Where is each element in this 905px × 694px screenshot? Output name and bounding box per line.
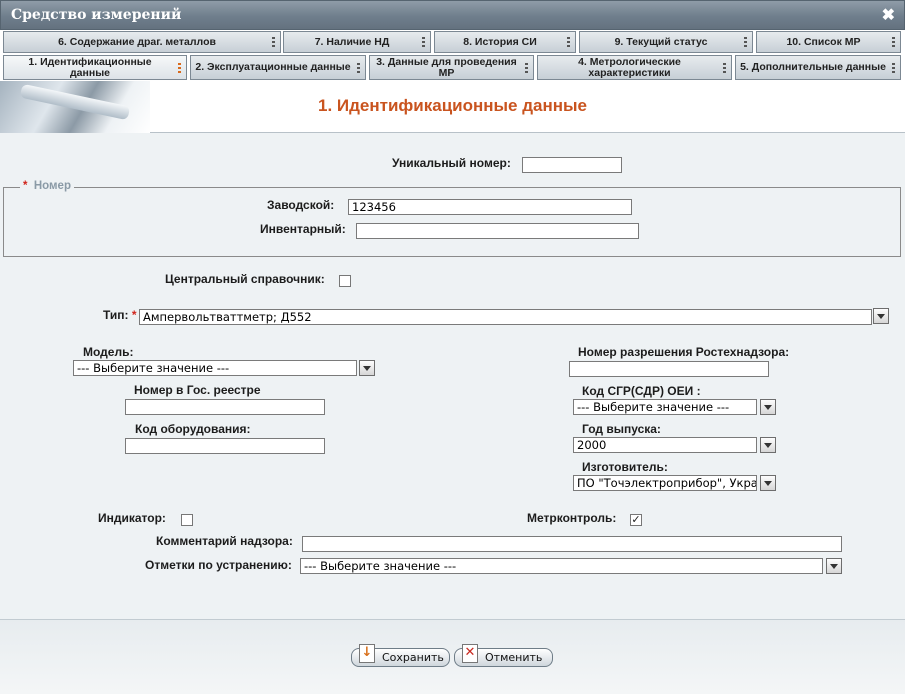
manufacturer-select[interactable]: ПО "Точэлектроприбор", Украи — [573, 475, 757, 491]
cancel-button-label: Отменить — [485, 651, 543, 664]
metrocontrol-label: Метрконтроль: — [527, 511, 617, 525]
cancel-button[interactable]: ✕ Отменить — [454, 644, 553, 667]
tab-additional[interactable]: 5. Дополнительные данные — [735, 55, 901, 80]
tab-label: 4. Метрологические характеристики — [578, 55, 681, 79]
tab-grip-icon — [178, 62, 181, 73]
tab-label: 1. Идентификационные данные — [28, 55, 152, 79]
tab-grip-icon — [723, 62, 726, 73]
rtn-permit-label: Номер разрешения Ростехнадзора: — [578, 345, 790, 359]
page-title: 1. Идентификационные данные — [318, 96, 587, 115]
fix-marks-select[interactable]: --- Выберите значение --- — [300, 558, 823, 574]
tab-grip-icon — [744, 37, 747, 47]
gos-reestr-input[interactable] — [125, 399, 325, 415]
chevron-down-icon[interactable] — [760, 437, 776, 453]
tab-label: 2. Эксплуатационные данные — [195, 61, 351, 73]
sgr-code-select[interactable]: --- Выберите значение --- — [573, 399, 757, 415]
tab-grip-icon — [567, 37, 570, 47]
type-label: Тип: * — [103, 308, 137, 322]
factory-number-input[interactable]: 123456 — [348, 199, 632, 215]
manufacturer-label: Изготовитель: — [582, 460, 668, 474]
unique-number-label: Уникальный номер: — [392, 156, 511, 170]
chevron-down-icon[interactable] — [826, 558, 842, 574]
central-ref-checkbox[interactable] — [339, 275, 351, 287]
tab-mr-data[interactable]: 3. Данные для проведения МР — [369, 55, 534, 80]
rtn-permit-input[interactable] — [569, 361, 769, 377]
save-button[interactable]: ↓ Сохранить — [351, 644, 450, 667]
page-banner: 1. Идентификационные данные — [0, 81, 905, 133]
indicator-checkbox[interactable] — [181, 514, 193, 526]
tab-mr-list[interactable]: 10. Список МР — [756, 31, 901, 53]
chevron-down-icon[interactable] — [873, 308, 889, 324]
tab-grip-icon — [422, 37, 425, 47]
central-ref-label: Центральный справочник: — [165, 272, 325, 286]
fix-marks-label: Отметки по устранению: — [145, 558, 292, 572]
tab-grip-icon — [892, 62, 895, 73]
tab-label: 10. Список МР — [786, 35, 861, 48]
tab-label: 8. История СИ — [463, 35, 537, 48]
tab-operational[interactable]: 2. Эксплуатационные данные — [190, 55, 366, 80]
metrocontrol-checkbox[interactable]: ✓ — [630, 514, 642, 526]
chevron-down-icon[interactable] — [760, 475, 776, 491]
tab-history[interactable]: 8. История СИ — [434, 31, 576, 53]
tab-grip-icon — [892, 37, 895, 47]
equipment-code-input[interactable] — [125, 438, 325, 454]
type-select[interactable]: Ампервольтваттметр; Д552 — [139, 309, 872, 325]
nomer-legend-text: Номер — [33, 180, 71, 192]
tab-nd[interactable]: 7. Наличие НД — [283, 31, 431, 53]
chevron-down-icon[interactable] — [760, 399, 776, 415]
model-select[interactable]: --- Выберите значение --- — [73, 360, 357, 376]
model-label: Модель: — [83, 345, 134, 359]
sgr-code-label: Код СГР(СДР) ОЕИ : — [582, 384, 701, 398]
indicator-label: Индикатор: — [98, 511, 166, 525]
window-title: Средство измерений — [11, 7, 182, 23]
supervision-comment-input[interactable] — [302, 536, 842, 552]
close-icon[interactable]: ✖ — [882, 5, 895, 25]
save-button-label: Сохранить — [382, 651, 444, 664]
required-mark: * — [131, 308, 137, 322]
tab-precious-metals[interactable]: 6. Содержание драг. металлов — [3, 31, 281, 53]
inventory-number-input[interactable] — [356, 223, 639, 239]
nomer-fieldset — [3, 187, 901, 257]
tab-current-status[interactable]: 9. Текущий статус — [579, 31, 753, 53]
tab-grip-icon — [525, 62, 528, 73]
tab-row-top: 6. Содержание драг. металлов 7. Наличие … — [0, 30, 905, 54]
identification-form: Уникальный номер: * Номер Заводской: 123… — [0, 133, 905, 619]
tab-identification[interactable]: 1. Идентификационные данные — [3, 55, 187, 80]
factory-number-label: Заводской: — [267, 198, 335, 212]
supervision-comment-label: Комментарий надзора: — [156, 534, 293, 548]
tab-grip-icon — [272, 37, 275, 47]
gos-reestr-label: Номер в Гос. реестре — [134, 383, 261, 397]
required-mark: * — [23, 180, 28, 192]
cancel-icon: ✕ — [462, 644, 478, 663]
year-select[interactable]: 2000 — [573, 437, 757, 453]
tab-metrological[interactable]: 4. Метрологические характеристики — [537, 55, 732, 80]
tab-label: 6. Содержание драг. металлов — [58, 35, 216, 48]
nomer-legend: * Номер — [20, 180, 74, 192]
inventory-number-label: Инвентарный: — [260, 222, 346, 236]
tab-label: 7. Наличие НД — [314, 35, 390, 48]
type-label-text: Тип: — [103, 308, 129, 322]
form-footer: ↓ Сохранить ✕ Отменить — [0, 619, 905, 694]
equipment-code-label: Код оборудования: — [135, 422, 251, 436]
tab-label: 5. Дополнительные данные — [740, 61, 886, 73]
tab-grip-icon — [357, 62, 360, 73]
chevron-down-icon[interactable] — [359, 360, 375, 376]
tab-label: 9. Текущий статус — [614, 35, 708, 48]
year-label: Год выпуска: — [582, 422, 661, 436]
tab-label: 3. Данные для проведения МР — [376, 55, 517, 79]
window-titlebar: Средство измерений ✖ — [0, 0, 905, 30]
save-icon: ↓ — [359, 644, 375, 663]
tab-row-bottom: 1. Идентификационные данные 2. Эксплуата… — [0, 54, 905, 81]
unique-number-input[interactable] — [522, 157, 622, 173]
